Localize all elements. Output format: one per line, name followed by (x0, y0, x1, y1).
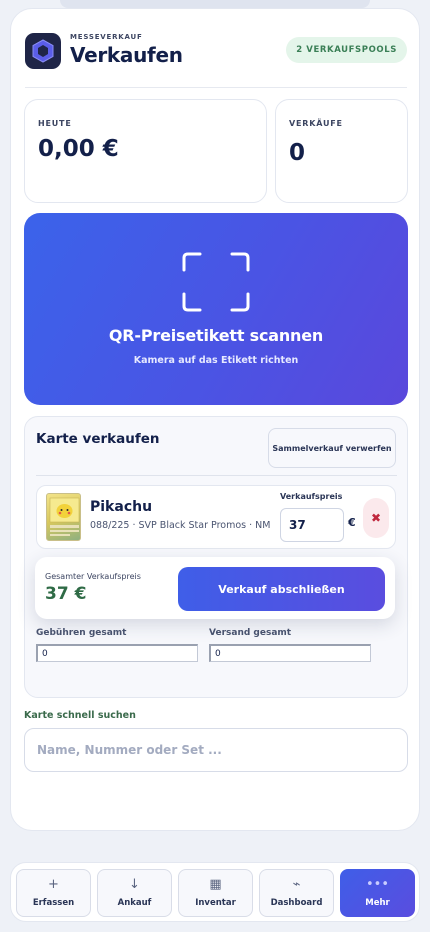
top-edge-decoration (60, 0, 370, 8)
nav-label: Inventar (195, 898, 236, 908)
total-price-value: 37 € (45, 584, 87, 604)
main-panel: MESSEVERKAUF Verkaufen 2 VERKAUFSPOOLS H… (10, 8, 420, 831)
page-overline: MESSEVERKAUF (70, 33, 143, 41)
fees-total-input[interactable] (36, 644, 198, 662)
scan-subtitle: Kamera auf das Etikett richten (133, 355, 299, 366)
search-label: Karte schnell suchen (24, 710, 136, 721)
sale-total-bar: Gesamter Verkaufspreis 37 € Verkauf absc… (35, 557, 395, 619)
nav-inventar[interactable]: ▦ Inventar (178, 869, 253, 917)
app-logo-icon (25, 33, 61, 69)
card-thumbnail (46, 493, 81, 541)
remove-item-button[interactable]: ✖ (363, 498, 389, 538)
qr-scan-button[interactable]: QR-Preisetikett scannen Kamera auf das E… (24, 213, 408, 405)
shipping-total-input[interactable] (209, 644, 371, 662)
bottom-navigation: + Erfassen ↓ Ankauf ▦ Inventar ⌁ Dashboa… (10, 862, 420, 922)
sale-item-row: Pikachu 088/225 · SVP Black Star Promos … (36, 485, 396, 549)
grid-icon: ▦ (209, 877, 222, 892)
search-input[interactable] (24, 728, 408, 772)
sale-price-input[interactable] (280, 508, 344, 542)
header: MESSEVERKAUF Verkaufen 2 VERKAUFSPOOLS (25, 31, 407, 71)
nav-label: Ankauf (117, 898, 152, 908)
pulse-icon: ⌁ (292, 877, 301, 892)
fees-shipping-block: Gebühren gesamt Versand gesamt (36, 615, 396, 677)
more-icon: ••• (365, 877, 389, 892)
sell-card-title: Karte verkaufen (36, 431, 160, 447)
stat-today-value: 0,00 € (38, 136, 119, 162)
sell-card-divider (36, 475, 397, 476)
plus-icon: + (48, 877, 59, 892)
nav-erfassen[interactable]: + Erfassen (16, 869, 91, 917)
stat-sales-label: VERKÄUFE (289, 119, 343, 128)
nav-label: Erfassen (32, 898, 75, 908)
stat-sales-value: 0 (289, 140, 306, 166)
sale-price-label: Verkaufspreis (280, 492, 343, 501)
discard-batch-button[interactable]: Sammelverkauf verwerfen (268, 428, 396, 468)
page-title: Verkaufen (70, 43, 183, 67)
arrow-down-icon: ↓ (129, 877, 140, 892)
scan-frame-icon (182, 252, 250, 312)
card-meta: 088/225 · SVP Black Star Promos · NM (90, 520, 271, 531)
nav-label: Mehr (365, 898, 390, 908)
complete-sale-button[interactable]: Verkauf abschließen (178, 567, 385, 611)
card-name: Pikachu (90, 499, 153, 515)
nav-dashboard[interactable]: ⌁ Dashboard (259, 869, 334, 917)
stat-today-label: HEUTE (38, 119, 72, 128)
total-price-label: Gesamter Verkaufspreis (45, 572, 141, 581)
close-icon: ✖ (370, 511, 382, 525)
stat-card-sales: VERKÄUFE 0 (275, 99, 408, 203)
currency-symbol: € (348, 516, 356, 529)
nav-label: Dashboard (270, 898, 323, 908)
pool-count-badge[interactable]: 2 VERKAUFSPOOLS (286, 37, 407, 63)
scan-title: QR-Preisetikett scannen (108, 326, 324, 345)
fees-total-label: Gebühren gesamt (36, 628, 127, 638)
header-divider (25, 87, 407, 88)
shipping-total-label: Versand gesamt (209, 628, 292, 638)
nav-ankauf[interactable]: ↓ Ankauf (97, 869, 172, 917)
stat-card-today: HEUTE 0,00 € (24, 99, 267, 203)
nav-mehr[interactable]: ••• Mehr (340, 869, 415, 917)
